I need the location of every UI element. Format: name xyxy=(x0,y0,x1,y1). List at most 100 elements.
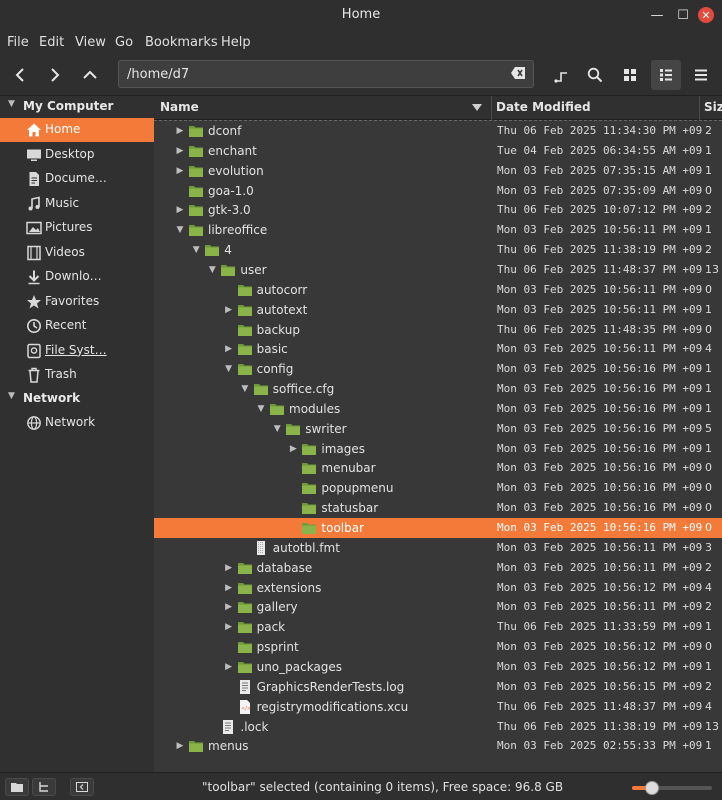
file-row[interactable]: statusbar Mon 03 Feb 2025 10:56:16 PM +09… xyxy=(154,498,722,518)
back-button[interactable] xyxy=(5,60,35,90)
file-row[interactable]: GraphicsRenderTests.log Mon 03 Feb 2025 1… xyxy=(154,677,722,697)
file-row[interactable]: ▶ enchant Tue 04 Feb 2025 06:34:55 AM +09 1 xyxy=(154,141,722,161)
expander-closed-icon[interactable]: ▶ xyxy=(223,620,235,634)
menu-bookmarks[interactable]: Bookmarks xyxy=(145,35,218,50)
file-row[interactable]: </> registrymodifications.xcu Thu 06 Feb 2… xyxy=(154,697,722,717)
column-date-modified[interactable]: Date Modified xyxy=(496,100,591,114)
folder-icon xyxy=(188,143,204,159)
up-button[interactable] xyxy=(75,60,105,90)
file-size: 4 xyxy=(705,699,712,713)
file-row[interactable]: ▼ user Thu 06 Feb 2025 11:48:37 PM +09 13 xyxy=(154,260,722,280)
compact-view-button[interactable] xyxy=(686,60,716,90)
show-treeview-button[interactable] xyxy=(32,778,56,796)
expander-closed-icon[interactable]: ▶ xyxy=(223,660,235,674)
file-row[interactable]: autotbl.fmt Mon 03 Feb 2025 10:56:11 PM +… xyxy=(154,538,722,558)
file-row[interactable]: ▶ menus Mon 03 Feb 2025 02:55:33 PM +09 1 xyxy=(154,736,722,756)
file-row[interactable]: ▶ gallery Mon 03 Feb 2025 10:56:11 PM +09 2 xyxy=(154,597,722,617)
search-button[interactable] xyxy=(580,60,610,90)
expander-closed-icon[interactable]: ▶ xyxy=(174,739,186,753)
file-row[interactable]: ▶ extensions Mon 03 Feb 2025 10:56:12 PM +… xyxy=(154,578,722,598)
maximize-icon[interactable]: ☐ xyxy=(674,6,692,24)
sidebar-item-place-9[interactable]: File Syst… xyxy=(0,339,154,363)
file-row[interactable]: toolbar Mon 03 Feb 2025 10:56:16 PM +09 0 xyxy=(154,518,722,538)
sidebar-section-my-computer[interactable]: ▼ My Computer xyxy=(0,97,154,117)
menu-go[interactable]: Go xyxy=(115,35,133,50)
file-row[interactable]: ▶ images Mon 03 Feb 2025 10:56:16 PM +09 1 xyxy=(154,439,722,459)
expander-closed-icon[interactable]: ▶ xyxy=(174,124,186,138)
expander-closed-icon[interactable]: ▶ xyxy=(223,581,235,595)
column-divider[interactable] xyxy=(699,96,700,120)
expander-open-icon[interactable]: ▼ xyxy=(206,263,218,277)
toggle-sidebar-button[interactable] xyxy=(70,778,94,796)
sidebar-item-place-3[interactable]: Music xyxy=(0,192,154,216)
file-row[interactable]: goa-1.0 Mon 03 Feb 2025 07:35:09 AM +09 0 xyxy=(154,181,722,201)
sidebar-section-network[interactable]: ▼ Network xyxy=(0,389,154,409)
file-row[interactable]: popupmenu Mon 03 Feb 2025 10:56:16 PM +09… xyxy=(154,478,722,498)
expander-open-icon[interactable]: ▼ xyxy=(271,422,283,436)
menu-edit[interactable]: Edit xyxy=(39,35,64,50)
list-view-button[interactable] xyxy=(651,60,681,90)
file-row[interactable]: menubar Mon 03 Feb 2025 10:56:16 PM +09 0 xyxy=(154,458,722,478)
zoom-slider[interactable] xyxy=(632,781,712,795)
expander-open-icon[interactable]: ▼ xyxy=(239,382,251,396)
file-row[interactable]: ▶ autotext Mon 03 Feb 2025 10:56:11 PM +09… xyxy=(154,300,722,320)
sidebar-item-place-5[interactable]: Videos xyxy=(0,241,154,265)
sidebar-item-place-8[interactable]: Recent xyxy=(0,314,154,338)
sidebar-item-label: Docume… xyxy=(45,171,107,185)
expander-closed-icon[interactable]: ▶ xyxy=(223,303,235,317)
sidebar-item-network-0[interactable]: Network xyxy=(0,411,154,435)
file-row[interactable]: ▶ evolution Mon 03 Feb 2025 07:35:15 AM +0… xyxy=(154,161,722,181)
zoom-slider-handle[interactable] xyxy=(645,781,659,795)
expander-closed-icon[interactable]: ▶ xyxy=(223,561,235,575)
file-row[interactable]: ▼ modules Mon 03 Feb 2025 10:56:16 PM +09 1 xyxy=(154,399,722,419)
file-row[interactable]: .lock Thu 06 Feb 2025 11:38:19 PM +09 13 xyxy=(154,717,722,737)
minimize-icon[interactable]: — xyxy=(648,6,666,24)
sidebar-item-place-7[interactable]: Favorites xyxy=(0,290,154,314)
file-row[interactable]: ▶ pack Thu 06 Feb 2025 11:33:59 PM +09 1 xyxy=(154,617,722,637)
column-name[interactable]: Name xyxy=(160,100,199,114)
expander-closed-icon[interactable]: ▶ xyxy=(174,203,186,217)
file-row[interactable]: backup Thu 06 Feb 2025 11:48:35 PM +09 0 xyxy=(154,320,722,340)
location-bar[interactable]: /home/d7 xyxy=(118,60,534,88)
expander-closed-icon[interactable]: ▶ xyxy=(223,342,235,356)
close-icon[interactable]: ✕ xyxy=(698,7,714,23)
menu-view[interactable]: View xyxy=(75,35,106,50)
sidebar-item-place-4[interactable]: Pictures xyxy=(0,216,154,240)
expander-open-icon[interactable]: ▼ xyxy=(174,223,186,237)
expander-closed-icon[interactable]: ▶ xyxy=(223,600,235,614)
file-row[interactable]: autocorr Mon 03 Feb 2025 10:56:11 PM +09 0 xyxy=(154,280,722,300)
forward-button[interactable] xyxy=(40,60,70,90)
file-row[interactable]: ▼ 4 Thu 06 Feb 2025 11:38:19 PM +09 2 xyxy=(154,240,722,260)
menu-file[interactable]: File xyxy=(7,35,29,50)
expander-closed-icon[interactable]: ▶ xyxy=(287,442,299,456)
expander-open-icon[interactable]: ▼ xyxy=(223,362,235,376)
sidebar-item-place-1[interactable]: Desktop xyxy=(0,143,154,167)
sidebar-item-place-0[interactable]: Home xyxy=(0,118,154,142)
sidebar-item-place-10[interactable]: Trash xyxy=(0,363,154,387)
file-row[interactable]: ▶ basic Mon 03 Feb 2025 10:56:11 PM +09 4 xyxy=(154,339,722,359)
file-row[interactable]: ▼ libreoffice Mon 03 Feb 2025 10:56:11 PM … xyxy=(154,220,722,240)
expander-open-icon[interactable]: ▼ xyxy=(255,402,267,416)
file-row[interactable]: psprint Mon 03 Feb 2025 10:56:12 PM +09 0 xyxy=(154,637,722,657)
expander-closed-icon[interactable]: ▶ xyxy=(174,144,186,158)
file-row[interactable]: ▼ soffice.cfg Mon 03 Feb 2025 10:56:16 PM … xyxy=(154,379,722,399)
sidebar-item-place-6[interactable]: Downlo… xyxy=(0,265,154,289)
expander-closed-icon[interactable]: ▶ xyxy=(174,164,186,178)
file-row[interactable]: ▼ swriter Mon 03 Feb 2025 10:56:16 PM +09 5 xyxy=(154,419,722,439)
sort-down-icon[interactable] xyxy=(472,104,482,112)
expander-open-icon[interactable]: ▼ xyxy=(190,243,202,257)
icon-view-button[interactable] xyxy=(615,60,645,90)
sidebar-item-place-2[interactable]: Docume… xyxy=(0,167,154,191)
menu-help[interactable]: Help xyxy=(221,35,251,50)
file-row[interactable]: ▶ dconf Thu 06 Feb 2025 11:34:30 PM +09 2 xyxy=(154,121,722,141)
file-row[interactable]: ▶ uno_packages Mon 03 Feb 2025 10:56:12 PM… xyxy=(154,657,722,677)
clear-icon[interactable] xyxy=(511,67,525,79)
file-row[interactable]: ▶ database Mon 03 Feb 2025 10:56:11 PM +09… xyxy=(154,558,722,578)
file-row[interactable]: ▼ config Mon 03 Feb 2025 10:56:16 PM +09 1 xyxy=(154,359,722,379)
column-size[interactable]: Siz xyxy=(704,100,722,114)
show-places-button[interactable] xyxy=(5,778,29,796)
column-divider[interactable] xyxy=(491,96,492,120)
path-toggle-button[interactable] xyxy=(546,60,576,90)
file-row[interactable]: ▶ gtk-3.0 Thu 06 Feb 2025 10:07:12 PM +09 2 xyxy=(154,200,722,220)
file-name: goa-1.0 xyxy=(208,183,254,198)
